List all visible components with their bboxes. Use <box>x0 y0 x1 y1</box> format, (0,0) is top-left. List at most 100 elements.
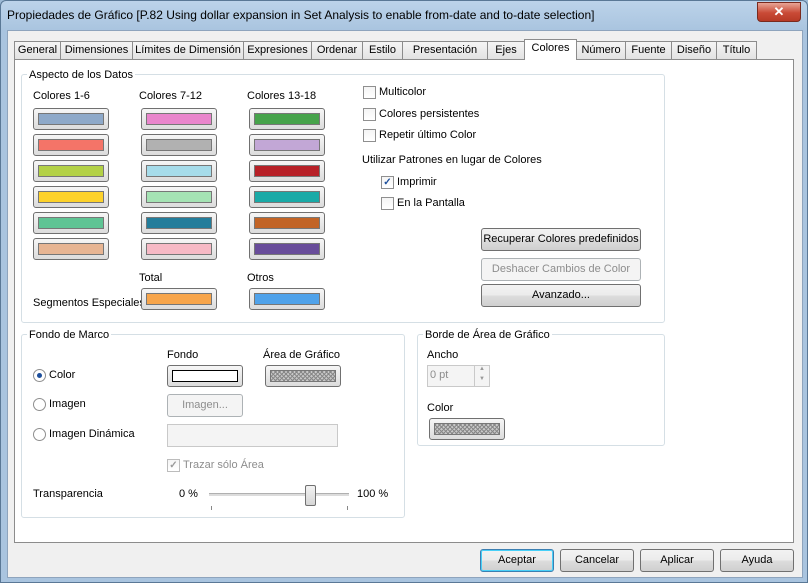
image-radio[interactable] <box>33 398 46 411</box>
swatch-fill <box>254 165 320 177</box>
dynamic-image-radio[interactable] <box>33 428 46 441</box>
repeat-last-color-checkbox[interactable] <box>363 129 376 142</box>
transparency-slider-thumb[interactable] <box>304 485 316 506</box>
tab-sort[interactable]: Ordenar <box>311 41 363 59</box>
border-color-label: Color <box>427 402 454 414</box>
color-swatch-13[interactable] <box>249 108 325 130</box>
plot-area-label: Área de Gráfico <box>263 349 341 361</box>
swatch-fill <box>146 217 212 229</box>
close-button[interactable]: ✕ <box>757 2 801 22</box>
color-swatch-5[interactable] <box>33 212 109 234</box>
tab-axes[interactable]: Ejes <box>487 41 525 59</box>
special-segments-label: Segmentos Especiales <box>33 297 145 309</box>
swatch-fill <box>146 165 212 177</box>
tab-caption[interactable]: Título <box>716 41 757 59</box>
border-color-swatch[interactable] <box>429 418 505 440</box>
restore-default-colors-button[interactable]: Recuperar Colores predefinidos <box>481 228 641 251</box>
swatch-fill <box>146 113 212 125</box>
multicolor-label: Multicolor <box>379 86 427 98</box>
color-swatch-14[interactable] <box>249 134 325 156</box>
color-swatch-10[interactable] <box>141 186 217 208</box>
colors-7-12-label: Colores 7-12 <box>139 90 202 102</box>
help-button[interactable]: Ayuda <box>720 549 794 572</box>
color-swatch-17[interactable] <box>249 212 325 234</box>
width-spinner[interactable]: 0 pt ▲ ▼ <box>427 365 490 387</box>
color-swatch-18[interactable] <box>249 238 325 260</box>
plot-border-title: Borde de Área de Gráfico <box>423 329 552 341</box>
color-swatch-16[interactable] <box>249 186 325 208</box>
image-option-label: Imagen <box>49 398 86 410</box>
tab-dimension-limits[interactable]: Límites de Dimensión <box>132 41 244 59</box>
others-color-swatch[interactable] <box>249 288 325 310</box>
tab-dimensions[interactable]: Dimensiones <box>60 41 133 59</box>
persistent-colors-checkbox[interactable] <box>363 108 376 121</box>
title-bar[interactable]: Propiedades de Gráfico [P.82 Using dolla… <box>1 1 807 29</box>
color-swatch-9[interactable] <box>141 160 217 182</box>
persistent-colors-label: Colores persistentes <box>379 108 480 120</box>
tab-colors[interactable]: Colores <box>524 39 577 60</box>
spin-up-icon[interactable]: ▲ <box>474 366 489 376</box>
plot-area-color-swatch[interactable] <box>265 365 341 387</box>
colors-tab-panel: Aspecto de los Datos Colores 1-6 Colores… <box>14 59 794 543</box>
tab-font[interactable]: Fuente <box>625 41 672 59</box>
tab-expressions[interactable]: Expresiones <box>243 41 312 59</box>
on-screen-checkbox[interactable] <box>381 197 394 210</box>
others-label: Otros <box>247 272 274 284</box>
repeat-last-color-label: Repetir último Color <box>379 129 477 141</box>
undo-color-changes-button[interactable]: Deshacer Cambios de Color <box>481 258 641 281</box>
color-radio[interactable] <box>33 369 46 382</box>
tab-general[interactable]: General <box>14 41 61 59</box>
tab-presentation[interactable]: Presentación <box>402 41 488 59</box>
color-swatch-6[interactable] <box>33 238 109 260</box>
color-swatch-1[interactable] <box>33 108 109 130</box>
swatch-fill <box>146 191 212 203</box>
dynamic-image-input[interactable] <box>167 424 338 447</box>
color-swatch-7[interactable] <box>141 108 217 130</box>
total-color-swatch[interactable] <box>141 288 217 310</box>
width-value: 0 pt <box>430 369 449 381</box>
frame-background-title: Fondo de Marco <box>27 329 112 341</box>
swatch-fill <box>38 113 104 125</box>
slider-tick <box>211 506 212 510</box>
color-swatch-15[interactable] <box>249 160 325 182</box>
multicolor-checkbox[interactable] <box>363 86 376 99</box>
colors-1-6-label: Colores 1-6 <box>33 90 90 102</box>
color-swatch-12[interactable] <box>141 238 217 260</box>
dialog-client: General Dimensiones Límites de Dimensión… <box>7 30 803 578</box>
dialog-window: Propiedades de Gráfico [P.82 Using dolla… <box>0 0 808 583</box>
swatch-fill <box>172 370 238 382</box>
advanced-button[interactable]: Avanzado... <box>481 284 641 307</box>
cancel-button[interactable]: Cancelar <box>560 549 634 572</box>
background-color-swatch[interactable] <box>167 365 243 387</box>
swatch-fill <box>254 113 320 125</box>
color-swatch-2[interactable] <box>33 134 109 156</box>
transparency-max-label: 100 % <box>357 488 389 500</box>
tab-layout[interactable]: Diseño <box>671 41 717 59</box>
transparency-slider-track[interactable] <box>209 493 349 497</box>
swatch-fill <box>38 243 104 255</box>
color-swatch-8[interactable] <box>141 134 217 156</box>
color-swatch-4[interactable] <box>33 186 109 208</box>
swatch-fill <box>434 423 500 435</box>
swatch-fill <box>38 217 104 229</box>
image-button[interactable]: Imagen... <box>167 394 243 417</box>
plot-area-only-label: Trazar sólo Área <box>183 459 264 471</box>
color-swatch-11[interactable] <box>141 212 217 234</box>
plot-area-only-checkbox[interactable]: ✓ <box>167 459 180 472</box>
swatch-fill <box>270 370 336 382</box>
data-appearance-title: Aspecto de los Datos <box>27 69 135 81</box>
swatch-fill <box>38 191 104 203</box>
accept-button[interactable]: Aceptar <box>480 549 554 572</box>
swatch-fill <box>38 165 104 177</box>
swatch-fill <box>254 139 320 151</box>
apply-button[interactable]: Aplicar <box>640 549 714 572</box>
tab-number[interactable]: Número <box>576 41 626 59</box>
color-swatch-3[interactable] <box>33 160 109 182</box>
window-title: Propiedades de Gráfico [P.82 Using dolla… <box>7 8 595 22</box>
print-checkbox[interactable]: ✓ <box>381 176 394 189</box>
on-screen-label: En la Pantalla <box>397 197 465 209</box>
tab-style[interactable]: Estilo <box>362 41 403 59</box>
color-option-label: Color <box>49 369 76 381</box>
spin-down-icon[interactable]: ▼ <box>474 376 489 386</box>
slider-tick <box>347 506 348 510</box>
